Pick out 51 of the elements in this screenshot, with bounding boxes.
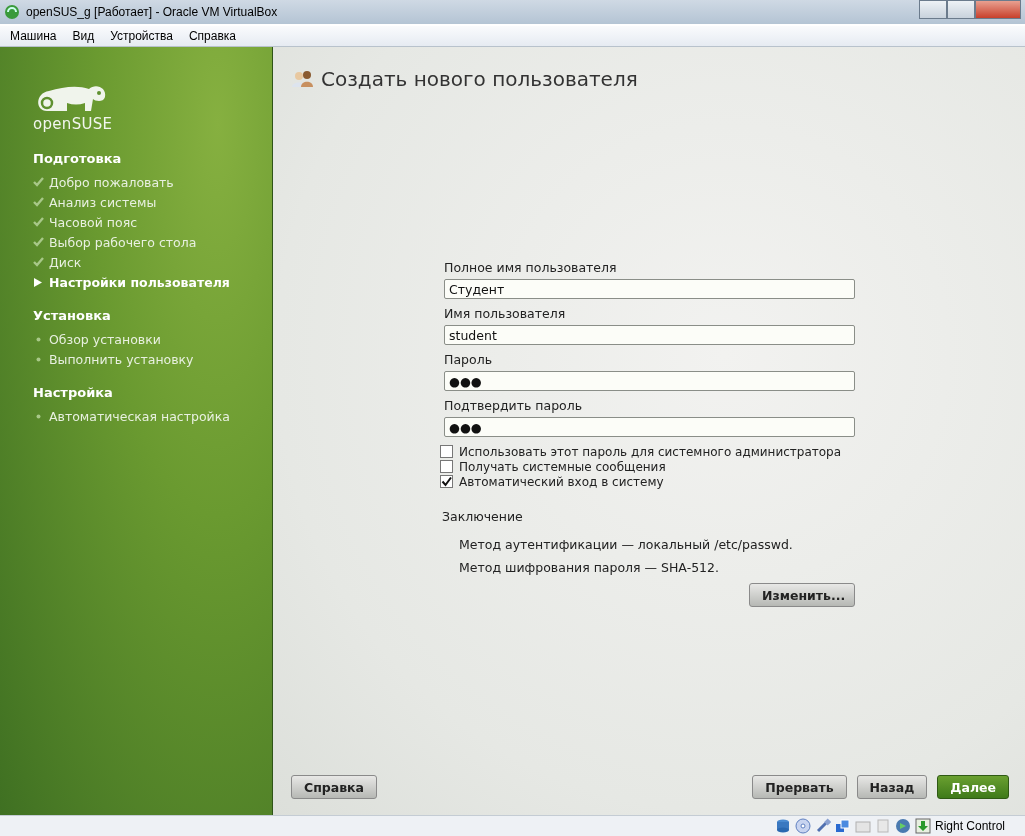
- step-item: Выбор рабочего стола: [49, 234, 197, 250]
- menu-item[interactable]: Машина: [2, 29, 65, 43]
- input-field[interactable]: student: [444, 325, 855, 345]
- step-item: Диск: [49, 254, 82, 270]
- logo-text: openSUSE: [33, 115, 113, 133]
- step-item: Анализ системы: [49, 194, 157, 210]
- field-label: Полное имя пользователя: [444, 260, 618, 276]
- checkbox-label: Автоматический вход в систему: [459, 474, 664, 489]
- users-icon: [291, 70, 315, 88]
- step-item: Автоматическая настройка: [49, 408, 230, 424]
- step-item: Добро пожаловать: [49, 174, 174, 190]
- checkbox-label: Получать системные сообщения: [459, 459, 666, 474]
- network-icon[interactable]: [834, 818, 851, 834]
- host-key-label: Right Control: [934, 819, 1005, 833]
- checkbox[interactable]: [440, 460, 453, 473]
- maximize-button[interactable]: [947, 0, 975, 19]
- section-heading: Установка: [33, 308, 112, 323]
- section-heading: Настройка: [33, 385, 114, 400]
- section-heading: Подготовка: [33, 151, 123, 166]
- input-field[interactable]: ●●●: [444, 371, 855, 391]
- next-button[interactable]: Далее: [937, 775, 1009, 799]
- hard-disk-icon[interactable]: [774, 818, 791, 834]
- menu-item[interactable]: Справка: [180, 29, 244, 43]
- field-label: Имя пользователя: [444, 306, 567, 322]
- step-item: Обзор установки: [49, 331, 161, 347]
- checkbox[interactable]: [440, 445, 453, 458]
- field-label: Пароль: [444, 352, 493, 368]
- page-title: Создать нового пользователя: [321, 67, 638, 91]
- field-label: Подтвердить пароль: [444, 398, 584, 414]
- window-title: openSUS_g [Работает] - Oracle VM VirtualBox: [26, 5, 279, 19]
- summary-text: Метод шифрования пароля — SHA-512.: [459, 560, 720, 575]
- minimize-button[interactable]: [919, 0, 947, 19]
- change-button[interactable]: Изменить...: [749, 583, 855, 607]
- footer-button[interactable]: Прервать: [752, 775, 847, 799]
- footer-button[interactable]: Справка: [291, 775, 378, 799]
- summary-heading: Заключение: [442, 509, 524, 524]
- input-field[interactable]: ●●●: [444, 417, 855, 437]
- menu-item[interactable]: Вид: [64, 29, 103, 43]
- checkbox-label: Использовать этот пароль для системного администратора: [459, 444, 842, 459]
- usb-plug-icon[interactable]: [814, 818, 831, 834]
- step-item: Часовой пояс: [49, 214, 138, 230]
- checkbox[interactable]: [440, 475, 453, 488]
- step-item: Выполнить установку: [49, 351, 194, 367]
- menu-item[interactable]: Устройства: [102, 29, 181, 43]
- step-item: Настройки пользователя: [49, 274, 230, 290]
- close-button[interactable]: [975, 0, 1021, 19]
- down-arrow-icon[interactable]: [914, 818, 931, 834]
- summary-text: Метод аутентификации — локальный /etc/passwd.: [459, 537, 794, 552]
- optical-disc-icon[interactable]: [794, 818, 811, 834]
- footer-button[interactable]: Назад: [856, 775, 928, 799]
- input-field[interactable]: Студент: [444, 279, 855, 299]
